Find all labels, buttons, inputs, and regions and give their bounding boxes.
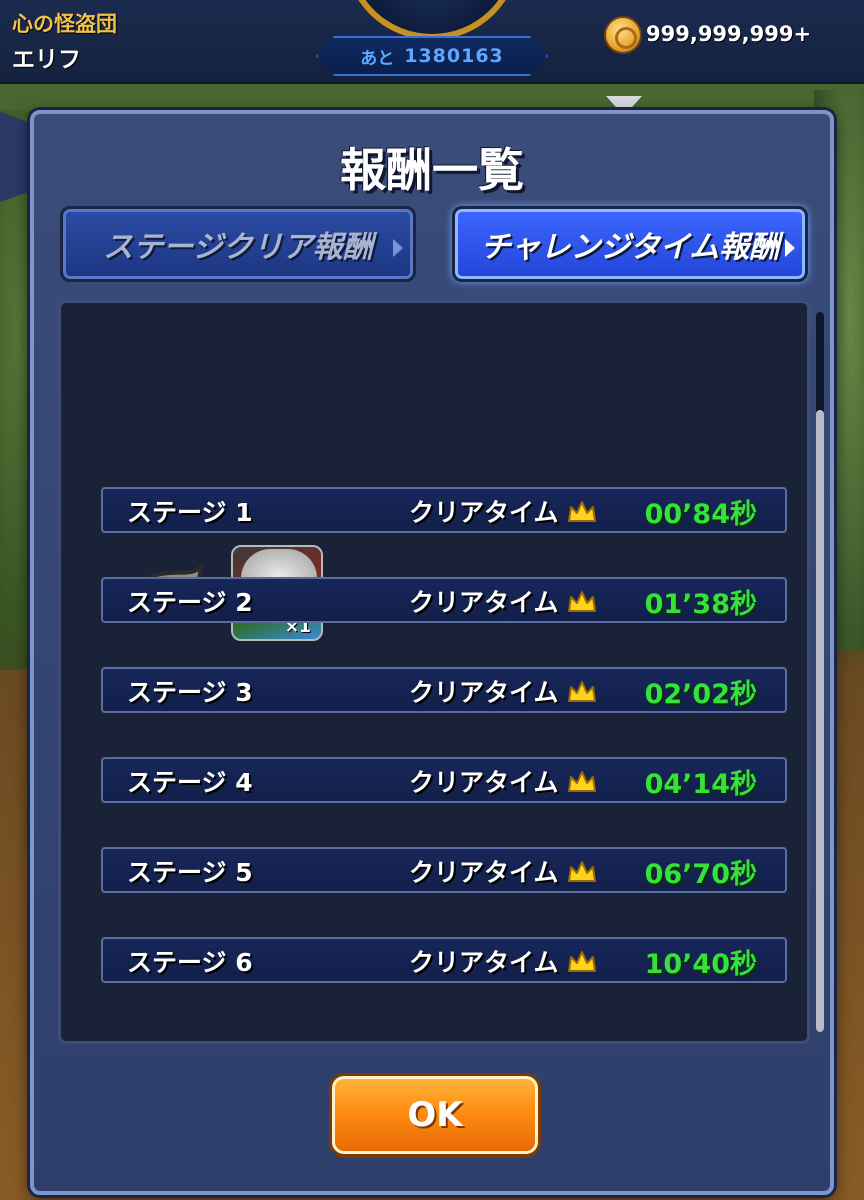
clear-time-label: クリアタイム (409, 498, 559, 527)
clear-time-value: 02’02秒 (644, 679, 757, 710)
tab-challenge-time-reward[interactable]: チャレンジタイム報酬 (452, 206, 808, 282)
coin-icon (604, 16, 642, 54)
remaining-counter: あと 1380163 (316, 36, 548, 76)
coin-value: 999,999,999+ (646, 22, 812, 46)
clear-time-label: クリアタイム (409, 768, 559, 797)
scrollbar[interactable] (816, 312, 824, 1032)
stage-label: ステージ 6 (127, 948, 253, 977)
crown-icon (568, 861, 596, 882)
stage-time-row: ステージ 1 クリアタイム 00’84秒 (101, 487, 787, 533)
clear-time-label: クリアタイム (409, 678, 559, 707)
stage-time-row: ステージ 6 クリアタイム 10’40秒 (101, 937, 787, 983)
clear-time-value: 04’14秒 (644, 769, 757, 800)
tab-arrow-icon (785, 239, 795, 257)
ok-button[interactable]: OK (332, 1076, 538, 1154)
player-name: エリフ (12, 47, 81, 73)
crown-icon (568, 501, 596, 522)
dialog-title: 報酬一覧 (340, 143, 524, 197)
stage-time-row: ステージ 3 クリアタイム 02’02秒 (101, 667, 787, 713)
clear-time-value: 01’38秒 (644, 589, 757, 620)
stage-time-row: ステージ 5 クリアタイム 06’70秒 (101, 847, 787, 893)
stage-label: ステージ 1 (127, 498, 253, 527)
remaining-label: あと (360, 48, 395, 69)
stage-time-row: ステージ 2 クリアタイム 01’38秒 (101, 577, 787, 623)
crown-icon (568, 771, 596, 792)
crown-icon (568, 681, 596, 702)
side-tab-left[interactable] (0, 112, 30, 202)
remaining-value: 1380163 (404, 45, 504, 67)
top-bar: 心の怪盗団 エリフ あと 1380163 999,999,999+ (0, 0, 864, 84)
clear-time-label: クリアタイム (409, 858, 559, 887)
stage-label: ステージ 3 (127, 678, 253, 707)
stage-time-row: ステージ 4 クリアタイム 04’14秒 (101, 757, 787, 803)
team-name: 心の怪盗団 (12, 12, 117, 36)
clear-time-label: クリアタイム (409, 588, 559, 617)
tab-stage-clear-label: ステージクリア報酬 (103, 230, 373, 265)
clear-time-value: 10’40秒 (644, 949, 757, 980)
stage-label: ステージ 5 (127, 858, 253, 887)
reward-list-dialog: 報酬一覧 ステージクリア報酬 チャレンジタイム報酬 ×1 ステージ 1 クリアタイ… (30, 110, 834, 1195)
tab-arrow-icon (393, 239, 403, 257)
stage-label: ステージ 4 (127, 768, 253, 797)
tab-challenge-time-label: チャレンジタイム報酬 (480, 230, 780, 265)
crown-icon (568, 951, 596, 972)
tab-stage-clear-reward[interactable]: ステージクリア報酬 (60, 206, 416, 282)
scrollbar-thumb[interactable] (816, 410, 824, 1032)
clear-time-value: 00’84秒 (644, 499, 757, 530)
clear-time-value: 06’70秒 (644, 859, 757, 890)
clear-time-label: クリアタイム (409, 948, 559, 977)
reward-content-panel: ×1 ステージ 1 クリアタイム 00’84秒 ステージ 2 クリアタイム 01’38秒ス… (58, 300, 810, 1044)
emblem-icon (344, 0, 520, 40)
crown-icon (568, 591, 596, 612)
stage-label: ステージ 2 (127, 588, 253, 617)
